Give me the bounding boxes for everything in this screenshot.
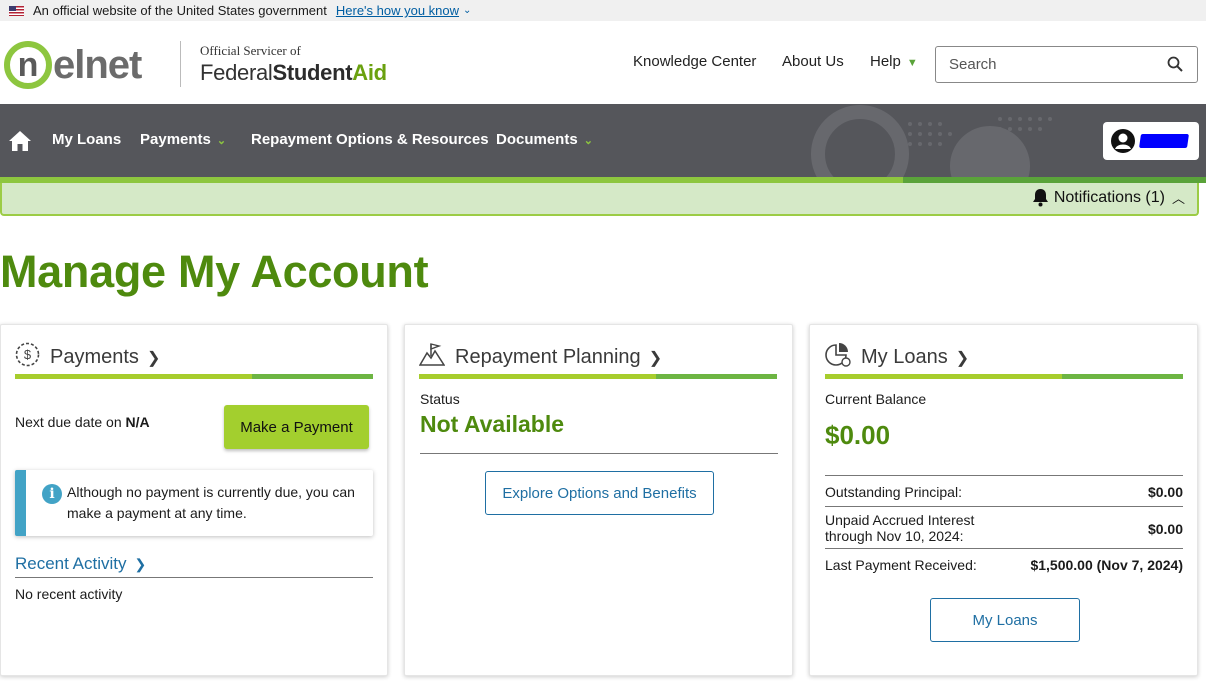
dollar-circle-icon: $ [15, 342, 40, 373]
heres-how-you-know-link[interactable]: Here's how you know [336, 3, 459, 18]
pie-chart-icon [825, 342, 851, 373]
fsa-logo: Official Servicer of FederalStudentAid [200, 43, 387, 86]
main-nav: My Loans Payments ⌄ Repayment Options & R… [0, 104, 1206, 177]
last-payment-row: Last Payment Received: $1,500.00 (Nov 7, … [825, 557, 1183, 573]
card-accent-stripe [15, 374, 373, 379]
repayment-planning-card: Repayment Planning ❯ Status Not Available… [404, 324, 793, 676]
recent-activity-link[interactable]: Recent Activity ❯ [15, 554, 146, 574]
divider [825, 506, 1183, 507]
chevron-right-icon: ❯ [955, 349, 970, 367]
help-menu[interactable]: Help ▼ [870, 53, 918, 70]
notifications-bar[interactable]: Notifications (1) ︿ [0, 183, 1199, 216]
mountain-flag-icon [418, 342, 446, 373]
knowledge-center-link[interactable]: Knowledge Center [633, 53, 756, 70]
servicer-text: Official Servicer of [200, 43, 301, 58]
search-input[interactable]: Search [935, 46, 1198, 83]
unpaid-interest-row: Unpaid Accrued Interest through Nov 10, … [825, 512, 1183, 544]
user-menu-button[interactable] [1103, 122, 1199, 160]
divider [825, 548, 1183, 549]
divider [420, 453, 778, 454]
redacted-username [1139, 134, 1189, 148]
bell-icon [1032, 189, 1048, 207]
search-icon[interactable] [1167, 56, 1183, 76]
info-icon: i [42, 484, 62, 504]
logo-wordmark: elnet [53, 43, 142, 87]
divider [15, 577, 373, 578]
chevron-down-icon: ⌄ [583, 135, 593, 147]
nav-documents[interactable]: Documents ⌄ [496, 131, 593, 148]
explore-options-button[interactable]: Explore Options and Benefits [485, 471, 714, 515]
chevron-down-icon: ⌄ [463, 5, 472, 16]
payments-card-title[interactable]: $ Payments ❯ [15, 342, 160, 373]
page-title: Manage My Account [0, 246, 429, 297]
search-placeholder: Search [949, 56, 997, 73]
alert-text: Although no payment is currently due, yo… [67, 484, 355, 521]
card-accent-stripe [825, 374, 1183, 379]
next-due-date: Next due date on N/A [15, 414, 150, 430]
logo-n-mark: n [4, 41, 52, 89]
chevron-down-icon: ⌄ [216, 135, 227, 147]
recent-activity-empty: No recent activity [15, 586, 123, 602]
fsa-wordmark: FederalStudentAid [200, 60, 387, 85]
info-alert: i Although no payment is currently due, … [15, 470, 373, 536]
current-balance-value: $0.00 [825, 420, 891, 450]
card-accent-stripe [419, 374, 777, 379]
status-value: Not Available [420, 411, 564, 437]
user-avatar-icon [1111, 129, 1135, 153]
my-loans-button[interactable]: My Loans [930, 598, 1080, 642]
nelnet-logo[interactable]: n elnet [4, 41, 142, 89]
make-payment-button[interactable]: Make a Payment [224, 405, 369, 449]
notifications-label: Notifications (1) [1053, 188, 1165, 206]
svg-text:$: $ [24, 347, 32, 362]
repayment-planning-title[interactable]: Repayment Planning ❯ [418, 342, 663, 373]
current-balance-label: Current Balance [825, 391, 927, 407]
payments-card: $ Payments ❯ Next due date on N/A Make a … [0, 324, 388, 676]
gov-banner-text: An official website of the United States… [33, 3, 327, 18]
my-loans-title[interactable]: My Loans ❯ [825, 342, 969, 373]
gov-banner: An official website of the United States… [0, 0, 1206, 21]
chevron-up-icon: ︿ [1171, 191, 1185, 206]
chevron-down-icon: ▼ [906, 57, 918, 69]
outstanding-principal-row: Outstanding Principal: $0.00 [825, 484, 1183, 500]
divider [825, 475, 1183, 476]
nav-my-loans[interactable]: My Loans [52, 131, 121, 148]
my-loans-card: My Loans ❯ Current Balance $0.00 Outstand… [809, 324, 1198, 676]
us-flag-icon [9, 5, 24, 16]
nav-payments[interactable]: Payments ⌄ [140, 131, 226, 148]
home-icon[interactable] [8, 130, 32, 157]
status-label: Status [420, 391, 460, 407]
nav-repayment-options[interactable]: Repayment Options & Resources [251, 131, 489, 148]
chevron-right-icon: ❯ [134, 556, 147, 572]
logo-divider [180, 41, 181, 87]
chevron-right-icon: ❯ [146, 349, 161, 367]
site-header: n elnet Official Servicer of FederalStud… [0, 21, 1206, 104]
nav-decoration [811, 105, 1052, 177]
chevron-right-icon: ❯ [648, 349, 663, 367]
about-us-link[interactable]: About Us [782, 53, 844, 70]
